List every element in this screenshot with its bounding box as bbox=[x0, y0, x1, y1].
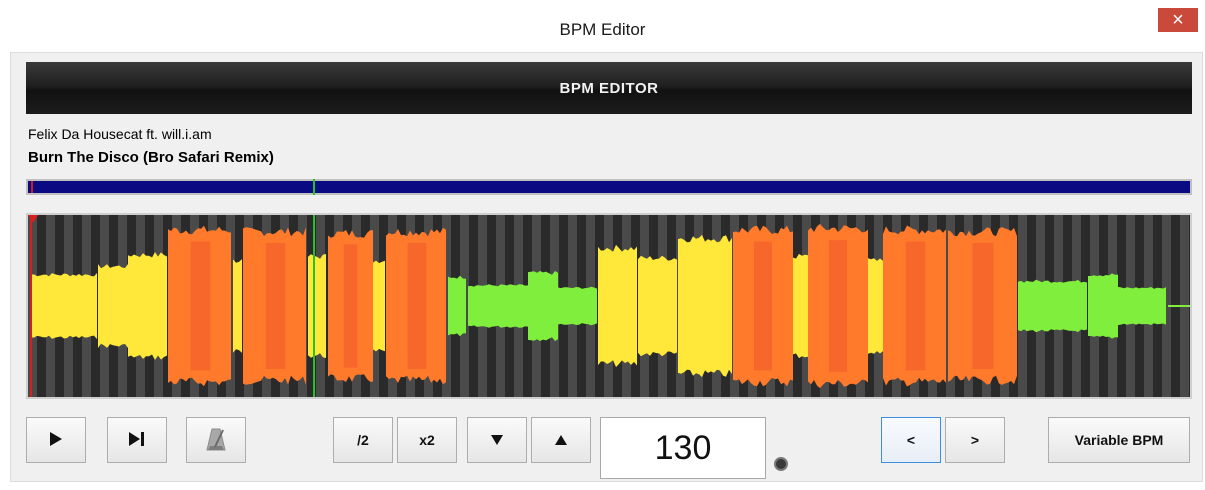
previous-beat-button[interactable]: < bbox=[881, 417, 941, 463]
waveform-segment bbox=[1018, 279, 1087, 333]
waveform-segment bbox=[558, 286, 597, 326]
bpm-up-button[interactable] bbox=[531, 417, 591, 463]
editor-panel: BPM EDITOR Felix Da Housecat ft. will.i.… bbox=[10, 52, 1203, 482]
bpm-down-button[interactable] bbox=[467, 417, 527, 463]
play-button[interactable] bbox=[26, 417, 86, 463]
waveform-segment bbox=[638, 255, 677, 357]
variable-bpm-button[interactable]: Variable BPM bbox=[1048, 417, 1190, 463]
waveform-segment bbox=[373, 260, 385, 352]
header-bar: BPM EDITOR bbox=[26, 62, 1192, 114]
sync-indicator-icon[interactable] bbox=[774, 457, 788, 471]
overview-start-marker bbox=[31, 181, 33, 193]
window-title: BPM Editor bbox=[559, 20, 646, 39]
track-artist: Felix Da Housecat ft. will.i.am bbox=[28, 126, 212, 142]
triangle-up-icon bbox=[555, 432, 567, 448]
waveform-segment bbox=[468, 284, 528, 328]
waveform-segment bbox=[31, 272, 97, 340]
track-title: Burn The Disco (Bro Safari Remix) bbox=[28, 149, 274, 166]
waveform-segment bbox=[128, 252, 167, 360]
waveform-segment bbox=[793, 253, 808, 359]
overview-playhead[interactable] bbox=[313, 179, 315, 195]
title-bar: BPM Editor × bbox=[0, 0, 1205, 52]
skip-button[interactable] bbox=[107, 417, 167, 463]
waveform-segment bbox=[308, 254, 326, 358]
header-label: BPM EDITOR bbox=[559, 80, 659, 97]
track-overview-bar[interactable] bbox=[26, 179, 1192, 195]
waveform-segment bbox=[98, 264, 128, 348]
half-bpm-button[interactable]: /2 bbox=[333, 417, 393, 463]
waveform-segment bbox=[233, 259, 242, 353]
next-beat-button[interactable]: > bbox=[945, 417, 1005, 463]
bpm-value-field[interactable]: 130 bbox=[600, 417, 766, 479]
triangle-down-icon bbox=[491, 432, 503, 448]
waveform-segment bbox=[528, 271, 558, 341]
play-icon bbox=[50, 431, 62, 449]
waveform-segment bbox=[868, 258, 883, 354]
waveform-display[interactable] bbox=[26, 213, 1192, 399]
skip-to-end-icon bbox=[129, 431, 145, 449]
waveform-segment bbox=[1088, 273, 1118, 339]
close-button[interactable]: × bbox=[1158, 8, 1198, 32]
metronome-icon bbox=[206, 427, 226, 454]
waveform-segment bbox=[448, 275, 466, 337]
waveform-segment bbox=[678, 234, 732, 378]
metronome-button[interactable] bbox=[186, 417, 246, 463]
waveform-canvas bbox=[28, 215, 1190, 397]
waveform-segment bbox=[598, 244, 637, 368]
double-bpm-button[interactable]: x2 bbox=[397, 417, 457, 463]
waveform-segment bbox=[1118, 286, 1166, 326]
